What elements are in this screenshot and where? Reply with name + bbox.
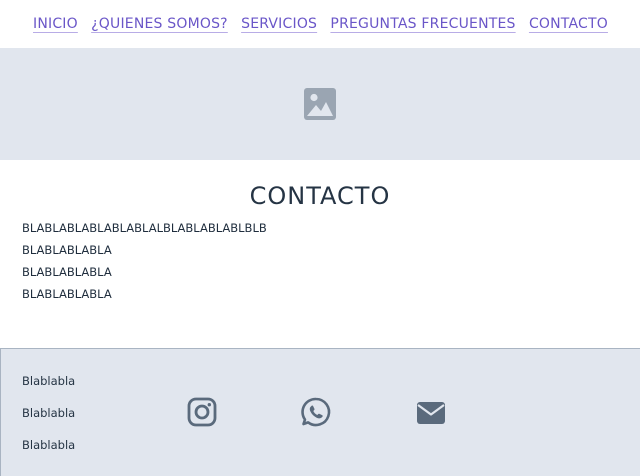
contact-section: CONTACTO BLABLABLABLABLABLALBLABLABLABLB… (0, 160, 640, 348)
nav-link-preguntas-frecuentes[interactable]: PREGUNTAS FRECUENTES (330, 16, 515, 32)
footer-link[interactable]: Blablabla (22, 405, 75, 437)
hero-banner (0, 48, 640, 160)
nav-link-contacto[interactable]: CONTACTO (529, 16, 608, 32)
footer: Blablabla Blablabla Blablabla (0, 348, 640, 476)
contact-line: BLABLABLABLABLABLALBLABLABLABLBLB (22, 221, 267, 235)
whatsapp-icon[interactable] (300, 396, 332, 428)
envelope-icon[interactable] (415, 397, 447, 429)
contact-line: BLABLABLABLA (22, 243, 112, 257)
contact-text: BLABLABLABLABLABLALBLABLABLABLBLB BLABLA… (22, 220, 267, 308)
main-nav: INICIO ¿QUIENES SOMOS? SERVICIOS PREGUNT… (0, 0, 640, 48)
contact-line: BLABLABLABLA (22, 287, 112, 301)
footer-links: Blablabla Blablabla Blablabla (22, 373, 75, 469)
instagram-icon[interactable] (186, 396, 218, 428)
footer-link[interactable]: Blablabla (22, 373, 75, 405)
nav-link-inicio[interactable]: INICIO (33, 16, 78, 32)
nav-link-quienes-somos[interactable]: ¿QUIENES SOMOS? (91, 16, 228, 32)
contact-line: BLABLABLABLA (22, 265, 112, 279)
contact-title: CONTACTO (249, 182, 391, 210)
image-placeholder-icon (304, 88, 336, 120)
footer-link[interactable]: Blablabla (22, 437, 75, 469)
nav-link-servicios[interactable]: SERVICIOS (241, 16, 317, 32)
